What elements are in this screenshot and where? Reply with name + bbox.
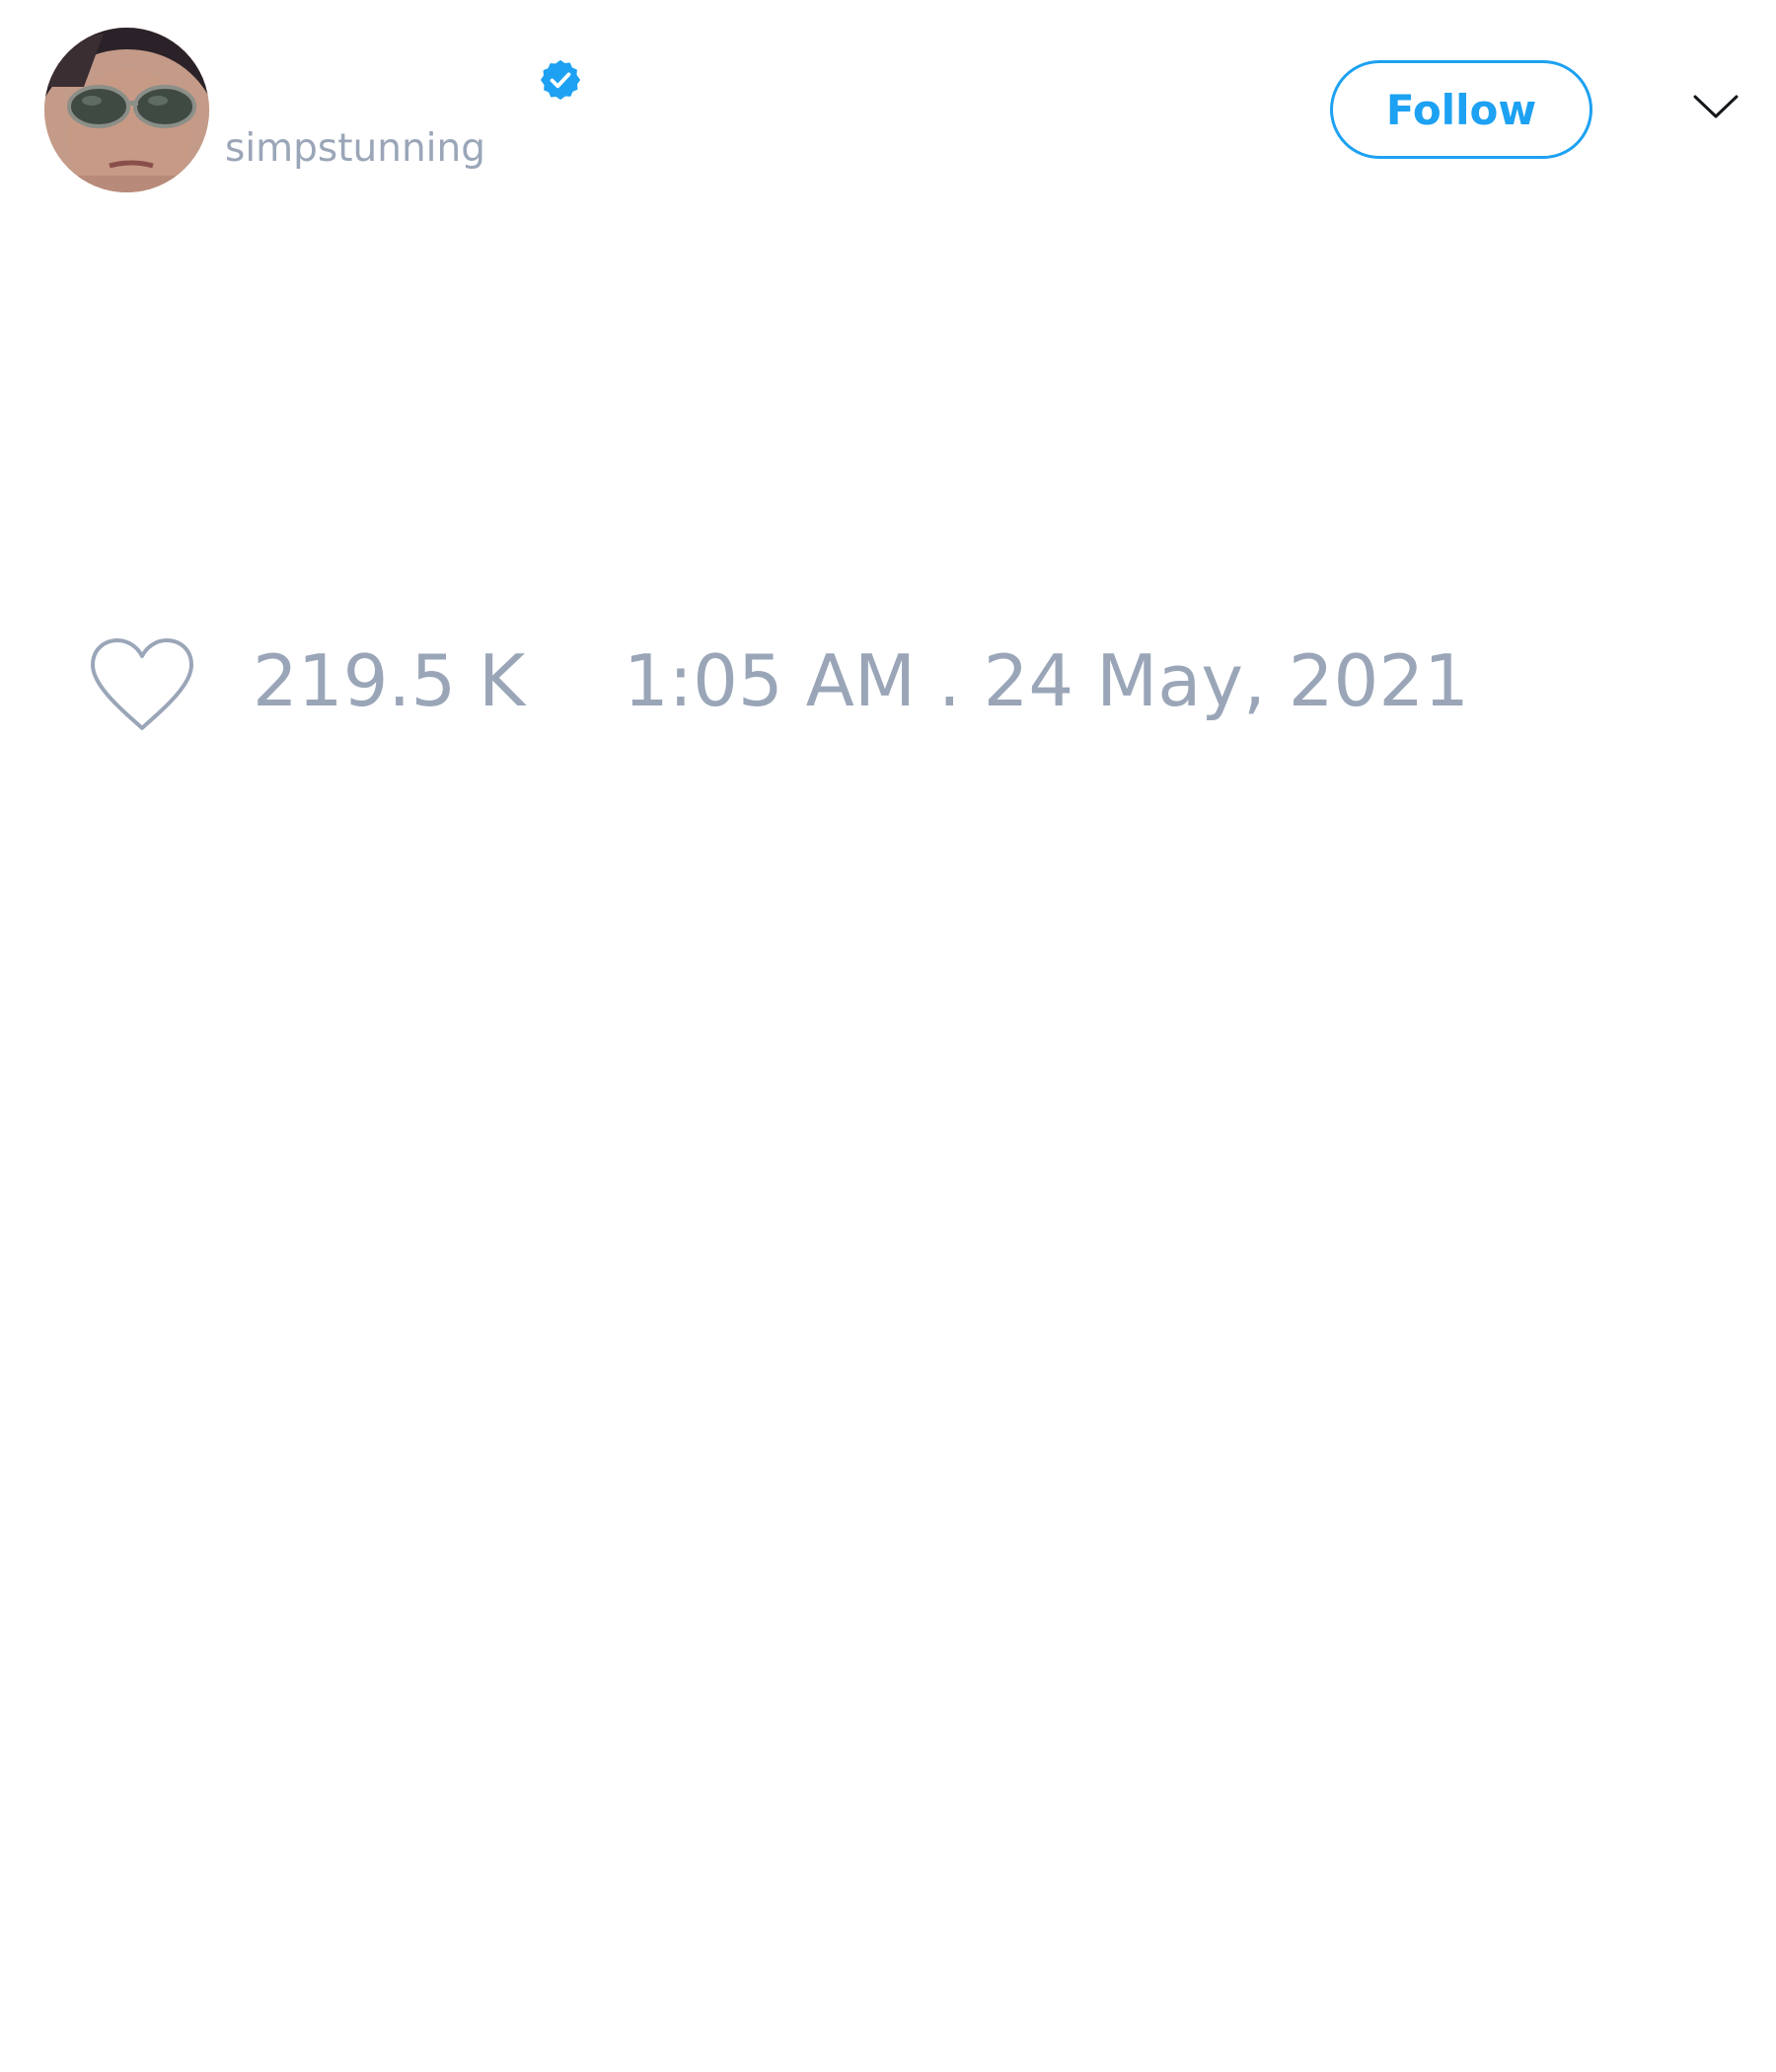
avatar-image	[44, 28, 209, 192]
follow-button[interactable]: Follow	[1330, 60, 1592, 159]
tweet-timestamp[interactable]: 1:05 AM . 24 May, 2021	[624, 645, 1469, 716]
chevron-down-icon[interactable]	[1693, 94, 1739, 119]
user-handle[interactable]: simpstunning	[225, 126, 485, 171]
like-count: 219.5 K	[253, 639, 526, 722]
avatar[interactable]	[44, 28, 209, 192]
tweet-stats: 219.5 K 1:05 AM . 24 May, 2021	[0, 612, 1776, 760]
tweet-header: simpstunning Follow	[0, 0, 1776, 217]
tweet-card: simpstunning Follow 219.5 K 1:05 AM . 24…	[0, 0, 1776, 2072]
verified-badge-icon	[540, 59, 581, 101]
heart-icon[interactable]	[89, 637, 195, 732]
